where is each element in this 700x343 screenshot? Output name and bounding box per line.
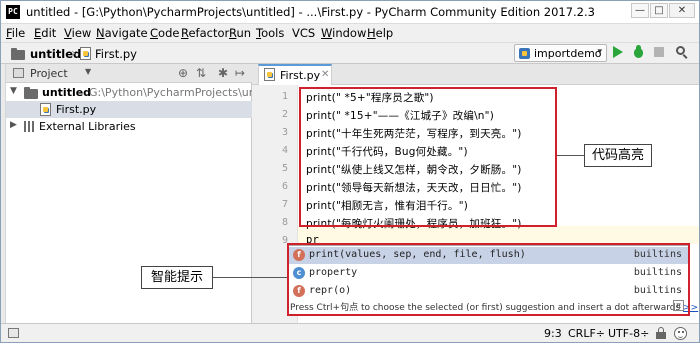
maximize-button[interactable]: □ [650,3,668,18]
line-number: 3 [281,127,288,138]
gear-icon[interactable]: ✱ [218,66,228,80]
smart-hint-annotation-box [287,243,690,316]
menu-code[interactable]: Code [150,26,179,40]
menu-vcs[interactable]: VCS [292,26,315,40]
smart-hint-annotation-label: 智能提示 [141,266,213,289]
menu-tools-label: ools [261,26,285,40]
line-number: 6 [281,181,288,192]
lock-icon[interactable] [656,327,666,339]
project-panel-header: Project ▼ ⊕ ⇅ ✱ ↦ [6,64,252,83]
breadcrumb-file[interactable]: First.py [95,47,137,61]
title-bar: PC untitled - [G:\Python\PycharmProjects… [1,1,699,24]
folder-icon [11,48,25,60]
code-highlight-annotation-label: 代码高亮 [584,144,652,167]
tree-item-libraries[interactable]: ▶ External Libraries [6,118,252,135]
run-icon[interactable] [613,46,623,58]
chevron-down-icon[interactable]: ▼ [85,67,91,76]
menu-help-label: elp [375,26,394,40]
menu-navigate[interactable]: Navigate [96,26,148,40]
menu-window-label: indow [332,26,367,40]
tree-item-file[interactable]: First.py [6,101,252,118]
line-number: 8 [281,217,288,228]
menu-file[interactable]: File [6,26,25,40]
close-tab-icon[interactable]: ✕ [321,69,329,80]
menu-help[interactable]: Help [367,26,393,40]
menu-edit[interactable]: Edit [34,26,56,40]
folder-icon [24,87,38,99]
menu-code-label: ode [158,26,180,40]
tab-label: First.py [280,69,321,82]
project-panel: Project ▼ ⊕ ⇅ ✱ ↦ ▼ untitled G:\Python\P… [6,64,284,323]
menu-code-mnemonic: C [150,26,159,40]
menu-refactor-label: efactor [188,26,230,40]
menu-run-label: un [236,26,252,40]
python-config-icon [519,48,530,59]
menu-navigate-label: avigate [104,26,148,40]
menu-view-label: iew [71,26,92,40]
menu-bar: File Edit View Navigate Code Refactor Ru… [1,24,699,42]
file-encoding[interactable]: UTF-8÷ [608,327,649,340]
run-configuration-dropdown[interactable]: importdemo ▾ [514,44,607,62]
menu-run[interactable]: Run [229,26,251,40]
hide-panel-icon[interactable]: ↦ [235,66,245,80]
menu-vcs-label: VCS [292,26,316,40]
tree-libraries-label: External Libraries [39,120,136,133]
menu-view-mnemonic: V [64,26,72,40]
menu-tools[interactable]: Tools [256,26,284,40]
search-icon[interactable] [675,45,690,60]
window-title: untitled - [G:\Python\PycharmProjects\un… [26,5,595,19]
chevron-down-icon: ▾ [597,47,602,57]
code-highlight-annotation-box [299,87,557,227]
run-configuration-label: importdemo [534,47,602,60]
stop-icon[interactable] [654,47,664,57]
tree-file-name: First.py [56,103,97,116]
tree-item-root[interactable]: ▼ untitled G:\Python\PycharmProjects\unt… [6,84,284,101]
collapsed-arrow-icon[interactable]: ▶ [10,120,17,130]
project-view-icon [13,68,24,78]
pycharm-logo-icon: PC [6,5,20,19]
expanded-arrow-icon[interactable]: ▼ [10,86,17,96]
pycharm-window: PC untitled - [G:\Python\PycharmProjects… [0,0,700,343]
line-number: 1 [281,91,288,102]
collapse-all-icon[interactable]: ⇅ [196,66,206,80]
menu-view[interactable]: View [64,26,91,40]
line-number: 4 [281,145,288,156]
library-icon [24,121,35,132]
menu-file-label: ile [11,26,26,40]
close-button[interactable]: ✕ [669,3,695,18]
debug-icon[interactable] [632,45,645,59]
caret-position[interactable]: 9:3 [544,327,562,340]
line-number: 7 [281,199,288,210]
line-separator[interactable]: CRLF÷ [568,327,605,340]
status-bar: 9:3 CRLF÷ UTF-8÷ [1,323,699,342]
tab-first-py[interactable]: First.py ✕ [258,64,332,85]
sync-icon[interactable]: ⊕ [178,66,188,80]
menu-help-mnemonic: H [367,26,376,40]
tree-root-name: untitled [42,86,92,99]
editor-tab-bar: First.py ✕ [252,64,699,85]
tool-windows-icon[interactable] [8,328,19,338]
hector-face-icon[interactable] [674,327,687,340]
menu-navigate-mnemonic: N [96,26,105,40]
project-view-selector[interactable]: Project [30,67,68,80]
annotation-connector [557,155,585,156]
menu-refactor[interactable]: Refactor [181,26,229,40]
python-file-icon [264,68,275,81]
python-file-icon [40,103,51,116]
annotation-connector [213,277,287,278]
minimize-button[interactable]: — [631,3,649,18]
python-file-icon [80,47,91,60]
menu-window-mnemonic: W [321,26,333,40]
line-number: 5 [281,163,288,174]
breadcrumb-separator-icon: › [71,46,76,60]
menu-edit-label: dit [41,26,57,40]
line-number: 2 [281,109,288,120]
menu-window[interactable]: Window [321,26,366,40]
navigation-bar: untitled › First.py importdemo ▾ [1,42,699,64]
